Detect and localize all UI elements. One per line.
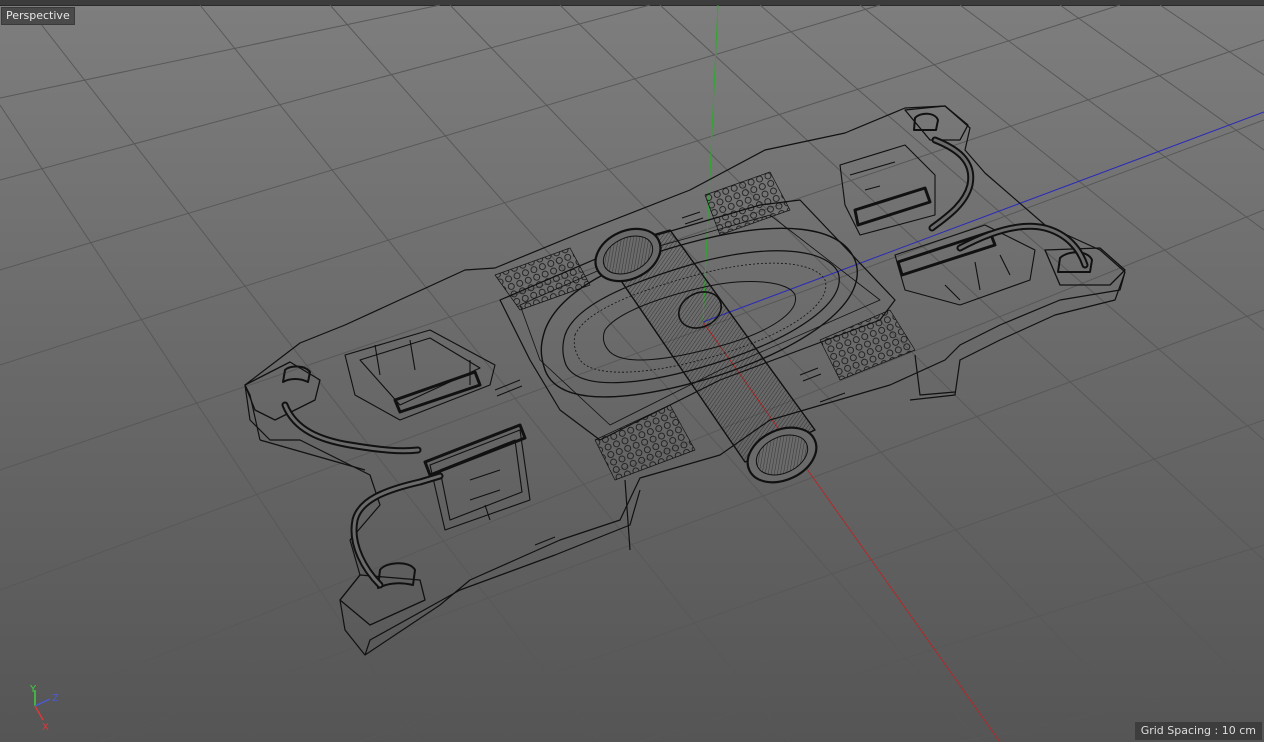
xyz-axis-icon: Y Z X <box>29 684 59 733</box>
world-y-axis <box>702 4 719 323</box>
scene-canvas[interactable]: Y Z X <box>0 0 1264 742</box>
floor-grid <box>0 4 1264 742</box>
gizmo-y-label: Y <box>29 684 37 695</box>
hose-right-upper <box>928 136 975 232</box>
mesh-panel-left <box>494 247 591 311</box>
base-plate-outline <box>244 105 1126 656</box>
right-end-cap <box>904 105 1126 286</box>
right-upper-bracket <box>839 144 936 236</box>
world-axes <box>702 4 1264 742</box>
mesh-panel-bottom <box>594 404 696 481</box>
mesh-panel-top <box>704 171 791 236</box>
world-z-axis <box>702 111 1264 323</box>
grid-spacing-readout: Grid Spacing : 10 cm <box>1134 722 1262 740</box>
gizmo-x-label: X <box>42 722 49 733</box>
gizmo-x-line <box>34 705 44 721</box>
left-upper-bracket <box>344 329 496 421</box>
view-name-label[interactable]: Perspective <box>1 7 75 25</box>
gizmo-z-label: Z <box>52 693 59 704</box>
wireframe-model[interactable] <box>244 105 1126 656</box>
gizmo-z-line <box>34 698 51 707</box>
viewport-perspective[interactable]: Y Z X Perspective Grid Spacing : 10 cm <box>0 0 1264 742</box>
right-lower-bracket <box>894 224 1036 306</box>
